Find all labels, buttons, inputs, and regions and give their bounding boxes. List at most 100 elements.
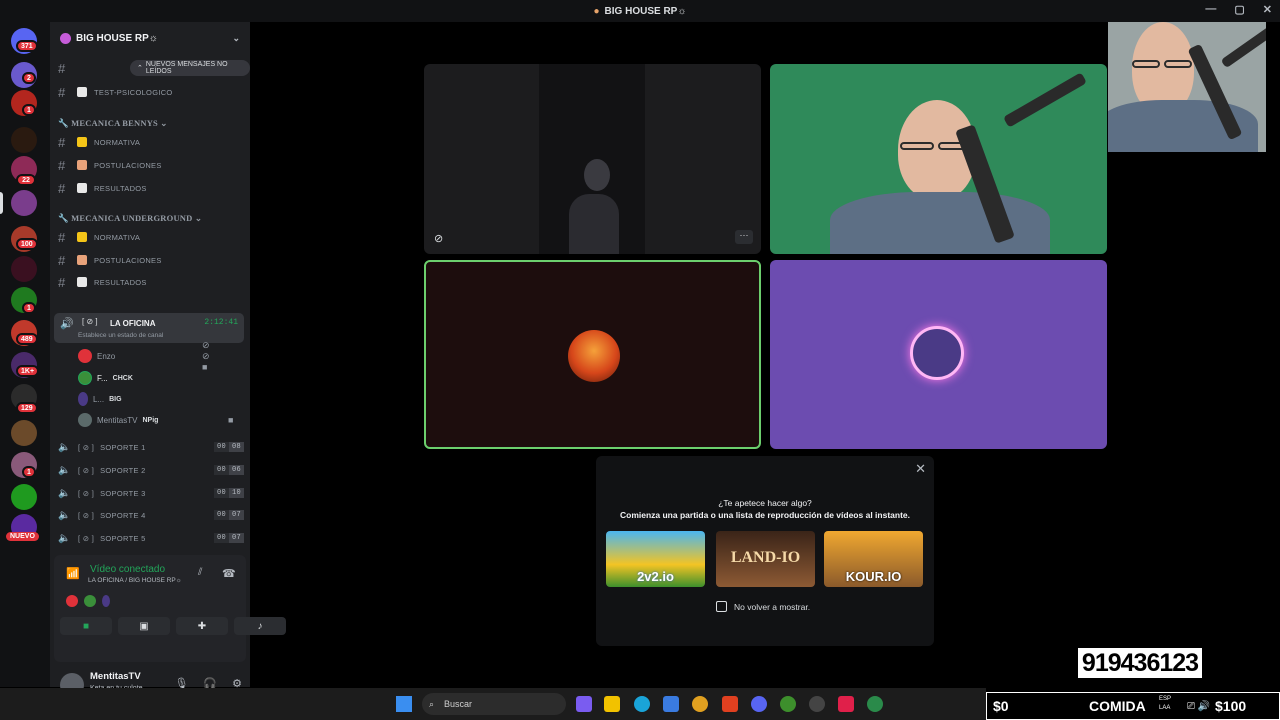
brave-icon[interactable]: [722, 696, 738, 712]
voice-member[interactable]: Enzo ⊘ ⊘ ■: [78, 340, 210, 372]
file-explorer-icon[interactable]: [604, 696, 620, 712]
more-options-icon[interactable]: ···: [735, 230, 753, 244]
hash-icon: #: [58, 180, 66, 196]
server-icon[interactable]: [11, 484, 37, 510]
hash-icon: #: [58, 229, 66, 245]
voice-action-buttons: ■ ▣ ✚ ♪: [60, 617, 286, 635]
connection-status: Vídeo conectado: [90, 564, 166, 575]
game-card-kour-io[interactable]: KOUR.IO: [824, 531, 923, 587]
edge-icon[interactable]: [634, 696, 650, 712]
voice-channel[interactable]: 🔈 [ ⊘ ] SOPORTE 3 00 10: [58, 483, 244, 503]
server-name: BIG HOUSE RP☼: [76, 32, 158, 44]
member-status-icons: ⊘ ⊘ ■: [202, 340, 210, 372]
server-icon-big-house[interactable]: [11, 190, 37, 216]
streamer-camera-overlay: [1108, 22, 1266, 152]
video-tile-avatar[interactable]: [770, 260, 1107, 449]
speaker-icon: 🔈: [58, 532, 71, 544]
xbox-icon[interactable]: [780, 696, 796, 712]
wrench-icon: 🔧: [58, 213, 69, 223]
server-header[interactable]: BIG HOUSE RP☼ ⌄: [50, 22, 250, 54]
voice-member[interactable]: F... CHCK: [78, 369, 133, 387]
voice-channel[interactable]: 🔈 [ ⊘ ] SOPORTE 2 00 06: [58, 460, 244, 480]
close-icon[interactable]: ✕: [915, 461, 926, 477]
taskbar-search[interactable]: ⌕ Buscar: [422, 693, 566, 715]
voice-channel-la-oficina[interactable]: 🔊 [ ⊘ ] LA OFICINA 2:12:41 Establece un …: [54, 313, 244, 343]
server-icon[interactable]: [11, 256, 37, 282]
channel-status[interactable]: Establece un estado de canal: [78, 332, 163, 339]
game-card-land-io[interactable]: LAND-IO: [716, 531, 815, 587]
obs-icon[interactable]: [809, 696, 825, 712]
discord-icon[interactable]: [751, 696, 767, 712]
screen-share-button[interactable]: ▣: [118, 617, 170, 635]
voice-member[interactable]: L... BIG: [78, 390, 122, 408]
server-icon[interactable]: [11, 127, 37, 153]
disconnect-icon[interactable]: ☎: [222, 567, 236, 580]
avatar: [78, 371, 92, 385]
channel-resultados[interactable]: # RESULTADOS: [58, 272, 244, 292]
channel-postulaciones[interactable]: # POSTULACIONES: [58, 155, 244, 175]
close-window-button[interactable]: ✕: [1263, 3, 1272, 16]
voice-member[interactable]: MentitasTV NPig ■: [78, 411, 233, 429]
cash-amount: $0: [993, 698, 1009, 714]
hash-icon: #: [58, 157, 66, 173]
voice-channel[interactable]: 🔈 [ ⊘ ] SOPORTE 1 00 08: [58, 437, 244, 457]
server-badge: 129: [16, 402, 38, 414]
dont-show-again[interactable]: No volver a mostrar.: [716, 601, 810, 612]
windows-start-icon[interactable]: [396, 696, 412, 712]
member-tag: NPig: [142, 416, 159, 424]
category-header[interactable]: 🔧 MECANICA BENNYS ⌄: [58, 118, 168, 129]
speaker-icon: 🔈: [58, 509, 71, 521]
channel-normativa[interactable]: # NORMATIVA: [58, 227, 244, 247]
chrome-profile-icon[interactable]: [867, 696, 883, 712]
channel-emoji-icon: [ ⊘ ]: [82, 317, 98, 326]
popup-question: ¿Te apetece hacer algo?: [718, 498, 812, 508]
channel-resultados[interactable]: # RESULTADOS: [58, 178, 244, 198]
maximize-button[interactable]: ▢: [1234, 3, 1244, 16]
noise-suppression-icon[interactable]: ⫽: [198, 567, 202, 578]
connection-location[interactable]: LA OFICINA / BIG HOUSE RP☼: [88, 577, 182, 584]
participant-head: [584, 159, 610, 191]
camera-button[interactable]: ■: [60, 617, 112, 635]
video-tile-speaking[interactable]: [424, 260, 761, 449]
username[interactable]: MentitasTV: [90, 671, 141, 682]
channel-emoji-icon: [ ⊘ ]: [78, 510, 95, 520]
soundboard-button[interactable]: ♪: [234, 617, 286, 635]
unread-messages-pill[interactable]: ⌃ NUEVOS MENSAJES NO LEÍDOS: [130, 60, 250, 76]
store-icon[interactable]: [663, 696, 679, 712]
voice-channel[interactable]: 🔈 [ ⊘ ] SOPORTE 5 00 07: [58, 528, 244, 548]
channel-normativa[interactable]: # NORMATIVA: [58, 132, 244, 152]
server-icon[interactable]: [11, 420, 37, 446]
minimize-button[interactable]: —: [1205, 3, 1216, 16]
checkbox[interactable]: [716, 601, 727, 612]
server-badge: 22: [16, 174, 36, 186]
copilot-icon[interactable]: [576, 696, 592, 712]
hash-icon: #: [58, 252, 66, 268]
user-limit-counter: 00 08: [213, 442, 244, 452]
channel-postulaciones[interactable]: # POSTULACIONES: [58, 250, 244, 270]
page-emoji-icon: [77, 87, 87, 97]
search-icon: ⌕: [429, 698, 435, 709]
tiktok-icon[interactable]: [838, 696, 854, 712]
game-card-2v2[interactable]: 2v2.io: [606, 531, 705, 587]
chrome-icon[interactable]: [692, 696, 708, 712]
activities-button[interactable]: ✚: [176, 617, 228, 635]
bank-amount: $100: [1215, 698, 1247, 714]
voice-connection-panel: 📶 Vídeo conectado LA OFICINA / BIG HOUSE…: [54, 555, 286, 662]
avatar: [78, 349, 92, 363]
server-badge: 489: [16, 333, 38, 345]
note-emoji-icon: [77, 232, 87, 242]
server-rail: 371 2 1 22 100 1 489 1K+ 129 1 NUEVO: [0, 22, 50, 687]
chevron-up-icon: ⌃: [137, 65, 143, 72]
hash-icon: #: [58, 84, 66, 100]
video-tile-greenscreen[interactable]: [770, 64, 1107, 254]
title-bar: ● BIG HOUSE RP☼ — ▢ ✕: [0, 0, 1280, 22]
speaker-icon: 🔈: [58, 464, 71, 476]
window-title: BIG HOUSE RP☼: [604, 5, 687, 17]
glasses: [900, 142, 934, 150]
category-header[interactable]: 🔧 MECANICA UNDERGROUND ⌄: [58, 213, 202, 224]
language-indicator: ESP LAA: [1159, 696, 1172, 711]
video-tile-camera[interactable]: ⊘ ···: [424, 64, 761, 254]
voice-channel[interactable]: 🔈 [ ⊘ ] SOPORTE 4 00 07: [58, 505, 244, 525]
member-tag: BIG: [109, 395, 122, 403]
channel-test-psicologico[interactable]: # TEST-PSICOLOGICO: [58, 82, 244, 102]
